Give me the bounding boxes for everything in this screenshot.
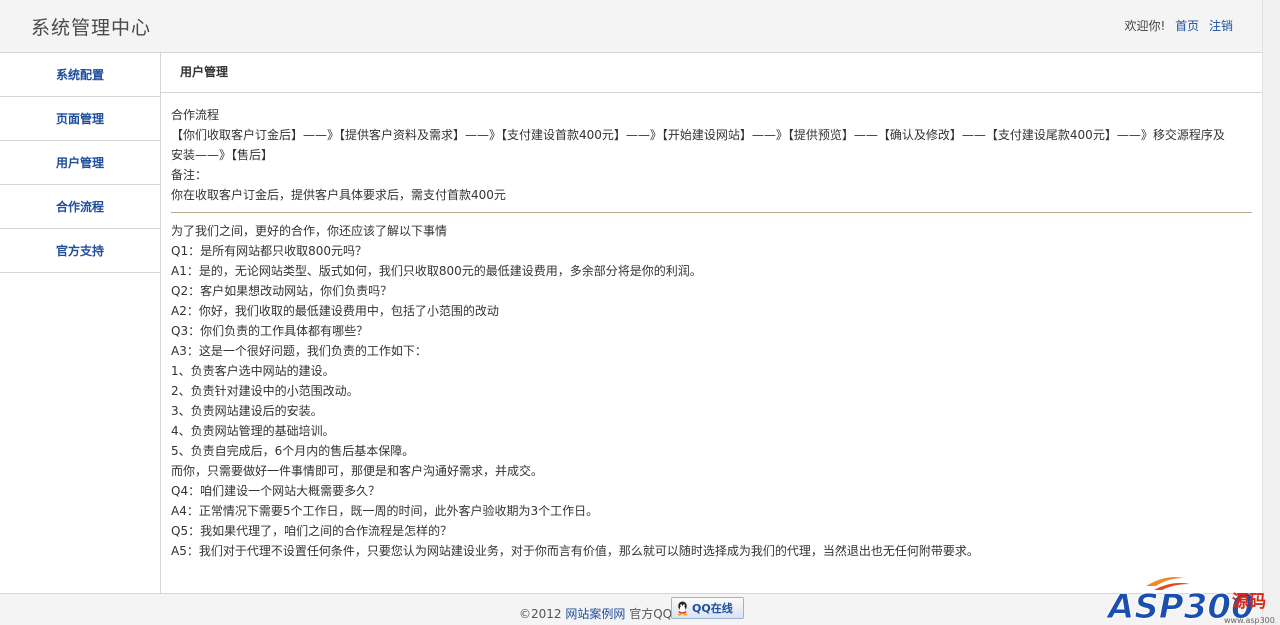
- faq-line: Q1：是所有网站都只收取800元吗？: [171, 244, 367, 258]
- faq-line: Q4：咱们建设一个网站大概需要多久？: [171, 484, 381, 498]
- qq-button-label: QQ在线: [692, 602, 733, 615]
- home-link[interactable]: 首页: [1175, 19, 1199, 33]
- content-divider: [171, 212, 1252, 213]
- qq-penguin-icon: [677, 601, 688, 616]
- faq-line: A2：你好，我们收取的最低建设费用中，包括了小范围的改动: [171, 304, 499, 318]
- asp300-watermark-logo: ASP300 源码 www.asp300.com: [1106, 577, 1276, 625]
- content-area: 合作流程 【你们收取客户订金后】——》【提供客户资料及需求】——》【支付建设首款…: [161, 93, 1262, 561]
- note-text: 你在收取客户订金后，提供客户具体要求后，需支付首款400元: [171, 188, 506, 202]
- svg-text:www.asp300.com: www.asp300.com: [1224, 616, 1276, 625]
- sidebar-item-label: 用户管理: [55, 156, 104, 170]
- faq-line: A3：这是一个很好问题，我们负责的工作如下：: [171, 344, 427, 358]
- note-label: 备注：: [171, 168, 208, 182]
- sidebar-item-label: 系统配置: [55, 68, 104, 82]
- copyright-prefix: ©2012: [519, 607, 562, 621]
- faq-line: 3、负责网站建设后的安装。: [171, 404, 323, 418]
- faq-line: Q3：你们负责的工作具体都有哪些？: [171, 324, 369, 338]
- sidebar-item-label: 页面管理: [55, 112, 104, 126]
- logout-link[interactable]: 注销: [1209, 19, 1233, 33]
- sidebar-item-page-management[interactable]: 页面管理: [0, 97, 160, 141]
- sidebar-item-system-config[interactable]: 系统配置: [0, 53, 160, 97]
- faq-line: A5：我们对于代理不设置任何条件，只要您认为网站建设业务，对于你而言有价值，那么…: [171, 544, 979, 558]
- svg-text:源码: 源码: [1232, 591, 1266, 612]
- sidebar-item-cooperation-process[interactable]: 合作流程: [0, 185, 160, 229]
- official-qq-label: 官方QQ: [629, 607, 673, 621]
- copyright: ©2012 网站案例网 官方QQ: [519, 605, 672, 622]
- main-panel: 用户管理 合作流程 【你们收取客户订金后】——》【提供客户资料及需求】——》【支…: [161, 53, 1262, 593]
- sidebar-item-label: 官方支持: [55, 244, 104, 258]
- sidebar-item-user-management[interactable]: 用户管理: [0, 141, 160, 185]
- top-header: 系统管理中心 欢迎你! 首页 注销: [0, 0, 1262, 53]
- faq-line: 1、负责客户选中网站的建设。: [171, 364, 335, 378]
- sidebar-item-label: 合作流程: [55, 200, 104, 214]
- faq-line: A4：正常情况下需要5个工作日，既一周的时间，此外客户验收期为3个工作日。: [171, 504, 599, 518]
- faq-intro: 为了我们之间，更好的合作，你还应该了解以下事情: [171, 224, 448, 238]
- top-nav: 欢迎你! 首页 注销: [1125, 17, 1234, 34]
- sidebar: 系统配置 页面管理 用户管理 合作流程 官方支持: [0, 53, 161, 593]
- welcome-text: 欢迎你!: [1124, 19, 1166, 33]
- sidebar-item-official-support[interactable]: 官方支持: [0, 229, 160, 273]
- qq-online-button[interactable]: QQ在线: [671, 597, 744, 619]
- site-link[interactable]: 网站案例网: [565, 607, 625, 621]
- faq-line: 4、负责网站管理的基础培训。: [171, 424, 335, 438]
- faq-line: Q2：客户如果想改动网站，你们负责吗？: [171, 284, 393, 298]
- process-steps: 【你们收取客户订金后】——》【提供客户资料及需求】——》【支付建设首款400元】…: [171, 128, 1225, 142]
- process-heading: 合作流程: [171, 108, 220, 122]
- faq-line: 5、负责自完成后，6个月内的售后基本保障。: [171, 444, 415, 458]
- app-title: 系统管理中心: [31, 17, 152, 39]
- process-steps-cont: 安装——》【售后】: [171, 148, 274, 162]
- vertical-scrollbar[interactable]: [1262, 0, 1280, 625]
- faq-line: A1：是的，无论网站类型、版式如何，我们只收取800元的最低建设费用，多余部分将…: [171, 264, 702, 278]
- footer: ©2012 网站案例网 官方QQ QQ在线: [0, 593, 1262, 625]
- faq-line: 而你，只需要做好一件事情即可，那便是和客户沟通好需求，并成交。: [171, 464, 544, 478]
- faq-line: 2、负责针对建设中的小范围改动。: [171, 384, 359, 398]
- faq-line: Q5：我如果代理了，咱们之间的合作流程是怎样的？: [171, 524, 453, 538]
- page-title: 用户管理: [161, 53, 1262, 93]
